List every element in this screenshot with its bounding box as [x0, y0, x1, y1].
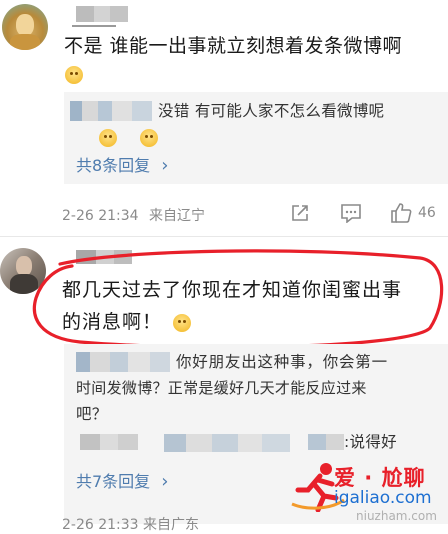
watermark-url-secondary: niuzham.com — [356, 509, 437, 523]
comment-time: 2-26 21:34 — [62, 208, 139, 224]
username-underline — [72, 25, 116, 27]
reply-username-mosaic[interactable] — [308, 434, 344, 450]
sneeze-emoji-icon — [65, 65, 83, 84]
divider — [0, 236, 448, 237]
avatar[interactable] — [2, 4, 48, 50]
username-mosaic[interactable] — [76, 6, 128, 22]
like-count: 46 — [418, 205, 436, 221]
reply-username-mosaic[interactable] — [70, 101, 152, 121]
sneeze-emoji-icon — [99, 128, 118, 147]
more-replies-link[interactable]: 共7条回复 › — [76, 468, 168, 492]
more-replies-link[interactable]: 共8条回复 › — [76, 152, 168, 176]
reply-text-line2: 时间发微博？正常是缓好几天才能反应过来 — [76, 379, 367, 397]
comment-meta: 2-26 21:34 来自辽宁 — [62, 205, 205, 225]
reply-username-mosaic[interactable] — [80, 434, 138, 450]
reply-username-mosaic[interactable] — [76, 352, 170, 372]
comment-text: 不是 谁能一出事就立刻想着发条微博啊 — [64, 35, 403, 57]
thumbs-up-icon[interactable] — [390, 202, 412, 224]
comment-meta: 2-26 21:33 来自广东 — [62, 517, 200, 533]
more-replies-label: 共8条回复 — [76, 156, 151, 175]
comment-icon[interactable] — [340, 203, 362, 223]
watermark-url: igaliao.com — [334, 488, 432, 508]
more-replies-label: 共7条回复 — [76, 472, 151, 491]
comment-location: 来自辽宁 — [149, 208, 206, 224]
chevron-right-icon: › — [161, 155, 169, 176]
share-icon[interactable] — [290, 203, 310, 223]
reply-text: 没错 有可能人家不怎么看微博呢 — [158, 102, 385, 120]
reply-text-line1: 你好朋友出这种事，你会第一 — [176, 353, 388, 371]
sneeze-emoji-icon — [140, 128, 159, 147]
reply-text-line3: 吧？ — [76, 405, 108, 423]
reply-text-tail: :说得好 — [344, 433, 397, 451]
chevron-right-icon: › — [161, 471, 169, 492]
reply-text-mosaic — [164, 434, 290, 452]
